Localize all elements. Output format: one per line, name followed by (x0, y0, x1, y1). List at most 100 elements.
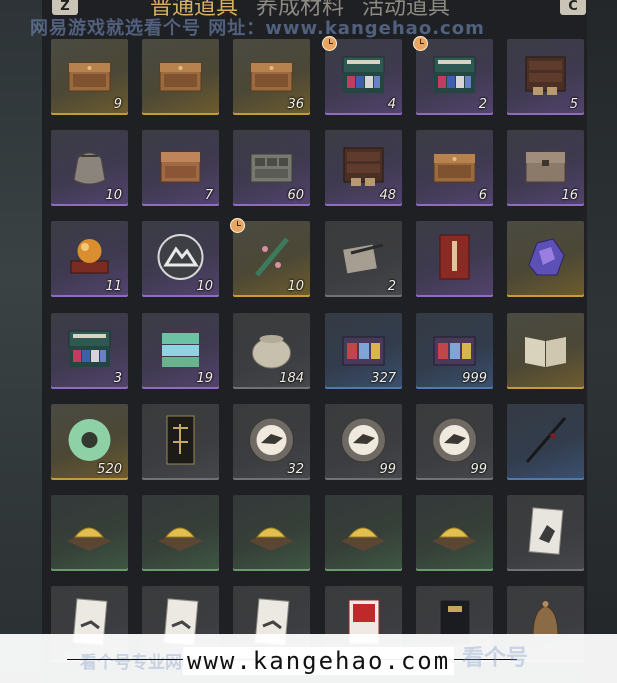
red-letter-icon (428, 231, 481, 283)
inventory-slot[interactable]: 5 (507, 39, 584, 115)
wooden-chest-icon (428, 140, 481, 192)
inventory-slot[interactable] (507, 221, 584, 297)
item-count: 32 (287, 462, 304, 477)
inventory-slot[interactable] (142, 495, 219, 571)
scenery-right (587, 0, 617, 683)
item-count: 2 (478, 97, 487, 112)
inventory-slot[interactable] (507, 404, 584, 480)
inventory-slot[interactable] (325, 495, 402, 571)
item-count: 99 (470, 462, 487, 477)
gold-ingots-icon (63, 505, 116, 557)
inventory-slot[interactable]: 10 (230, 218, 310, 297)
footer-watermark-bar: 看个号专业网易游戏账号交易平台 www.kangehao.com 看个号 (0, 634, 617, 683)
item-count: 7 (204, 188, 213, 203)
inventory-slot[interactable]: 999 (416, 313, 493, 389)
cloth-pouch-icon (63, 140, 116, 192)
item-count: 5 (569, 97, 578, 112)
inventory-slot[interactable] (51, 495, 128, 571)
ceramic-jar-icon (245, 323, 298, 375)
inventory-slot[interactable]: 99 (416, 404, 493, 480)
item-count: 60 (287, 188, 304, 203)
gift-box-icon (337, 323, 390, 375)
inventory-slot[interactable]: 9 (51, 39, 128, 115)
gold-ingots-icon (337, 505, 390, 557)
inventory-slot[interactable]: 7 (142, 130, 219, 206)
clock-icon (230, 218, 245, 233)
inventory-slot[interactable]: 11 (51, 221, 128, 297)
inventory-slot[interactable] (233, 495, 310, 571)
item-count: 2 (387, 279, 396, 294)
mountain-emblem-icon (154, 231, 207, 283)
tool-case-icon (245, 140, 298, 192)
inventory-slot[interactable] (507, 495, 584, 571)
item-count: 10 (287, 279, 304, 294)
crystal-ore-icon (519, 231, 572, 283)
inventory-slot[interactable]: 60 (233, 130, 310, 206)
dark-banner-icon (154, 414, 207, 466)
gift-box-icon (428, 323, 481, 375)
gold-ingots-icon (245, 505, 298, 557)
inventory-slot[interactable]: 6 (416, 130, 493, 206)
footer-logo: 看个号 (462, 646, 529, 671)
inventory-slot[interactable]: 2 (325, 221, 402, 297)
clock-icon (413, 36, 428, 51)
inventory-slot[interactable]: 99 (325, 404, 402, 480)
inventory-slot[interactable]: 4 (322, 36, 402, 115)
item-count: 99 (379, 462, 396, 477)
wooden-chest-icon (245, 49, 298, 101)
next-tab-key[interactable]: C (560, 0, 586, 15)
bird-token-icon (337, 414, 390, 466)
cloth-stack-icon (154, 323, 207, 375)
prev-tab-key[interactable]: Z (52, 0, 78, 15)
inventory-slot[interactable]: 520 (51, 404, 128, 480)
inventory-slot[interactable] (416, 221, 493, 297)
inventory-slot[interactable]: 32 (233, 404, 310, 480)
wooden-chest-icon (63, 49, 116, 101)
inventory-header: Z C 普通道具 养成材料 活动道具 网易游戏就选看个号 网址：www.kangeh… (0, 0, 617, 40)
item-count: 36 (287, 97, 304, 112)
item-count: 10 (196, 279, 213, 294)
inventory-slot[interactable]: 3 (51, 313, 128, 389)
inventory-slot[interactable]: 48 (325, 130, 402, 206)
inventory-slot[interactable] (416, 495, 493, 571)
inventory-slot[interactable]: 2 (413, 36, 493, 115)
item-count: 520 (97, 462, 122, 477)
inventory-slot[interactable]: 19 (142, 313, 219, 389)
inventory-slot[interactable]: 36 (233, 39, 310, 115)
item-count: 10 (105, 188, 122, 203)
item-count: 3 (113, 371, 122, 386)
inventory-slot[interactable]: 10 (142, 221, 219, 297)
item-count: 999 (462, 371, 487, 386)
scenery-left (0, 0, 42, 683)
orb-stand-icon (63, 231, 116, 283)
wooden-chest-icon (154, 49, 207, 101)
inventory-slot[interactable]: 184 (233, 313, 310, 389)
inventory-slot[interactable] (142, 39, 219, 115)
item-count: 9 (113, 97, 122, 112)
fabric-box-icon (63, 323, 116, 375)
carved-chest-icon (154, 140, 207, 192)
fabric-box-icon (337, 49, 390, 101)
bird-token-icon (428, 414, 481, 466)
inventory-slot[interactable]: 16 (507, 130, 584, 206)
horse-card-icon (519, 505, 572, 557)
plain-chest-icon (519, 140, 572, 192)
item-count: 184 (279, 371, 304, 386)
brush-scroll-icon (337, 231, 390, 283)
item-count: 6 (478, 188, 487, 203)
spear-icon (519, 414, 572, 466)
item-count: 19 (196, 371, 213, 386)
clock-icon (322, 36, 337, 51)
fabric-box-icon (428, 49, 481, 101)
item-count: 327 (371, 371, 396, 386)
footer-url: www.kangehao.com (183, 647, 455, 675)
gold-ingots-icon (428, 505, 481, 557)
jade-disc-icon (63, 414, 116, 466)
bird-token-icon (245, 414, 298, 466)
inventory-slot[interactable] (507, 313, 584, 389)
dark-cabinet-icon (519, 49, 572, 101)
inventory-slot[interactable]: 10 (51, 130, 128, 206)
inventory-slot[interactable] (142, 404, 219, 480)
inventory-slot[interactable]: 327 (325, 313, 402, 389)
dark-cabinet-icon (337, 140, 390, 192)
